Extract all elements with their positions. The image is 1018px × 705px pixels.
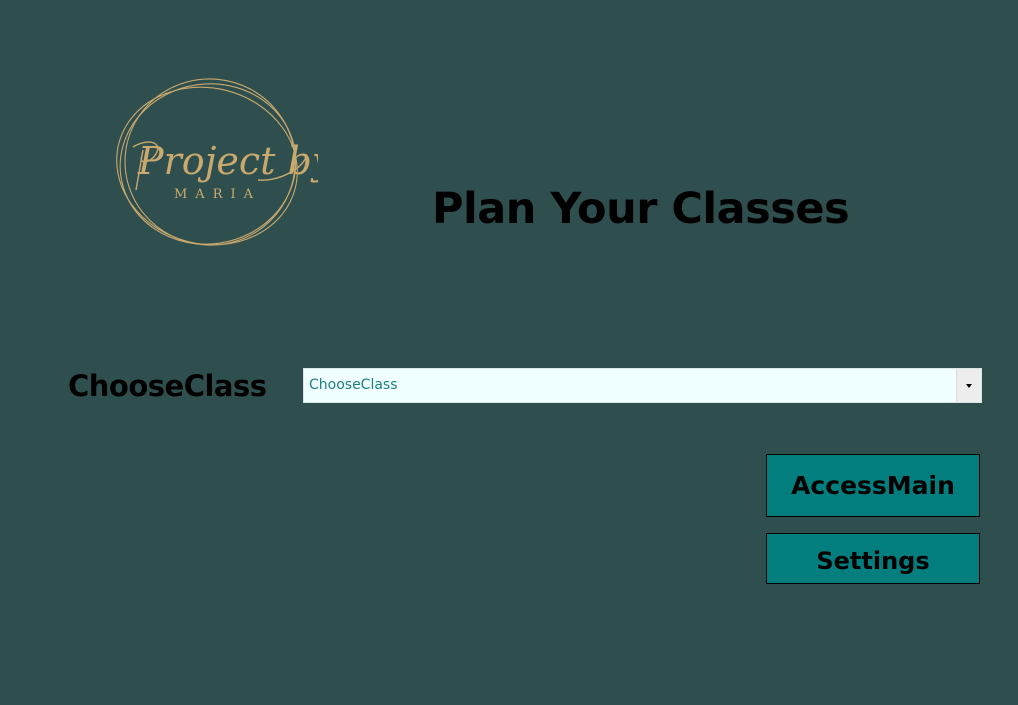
logo-sub-text: MARIA	[174, 187, 261, 202]
brand-logo: Project by MARIA	[108, 72, 318, 252]
page-title: Plan Your Classes	[432, 184, 850, 234]
choose-class-label: ChooseClass	[68, 369, 267, 403]
settings-button[interactable]: Settings	[766, 533, 980, 584]
choose-class-combobox[interactable]: ChooseClass	[303, 368, 982, 403]
logo-rings: Project by MARIA	[116, 78, 318, 246]
choose-class-value[interactable]: ChooseClass	[309, 369, 398, 402]
access-main-button[interactable]: AccessMain	[766, 454, 980, 517]
logo-script-text: Project by	[137, 139, 318, 183]
chevron-down-icon[interactable]	[956, 369, 981, 402]
